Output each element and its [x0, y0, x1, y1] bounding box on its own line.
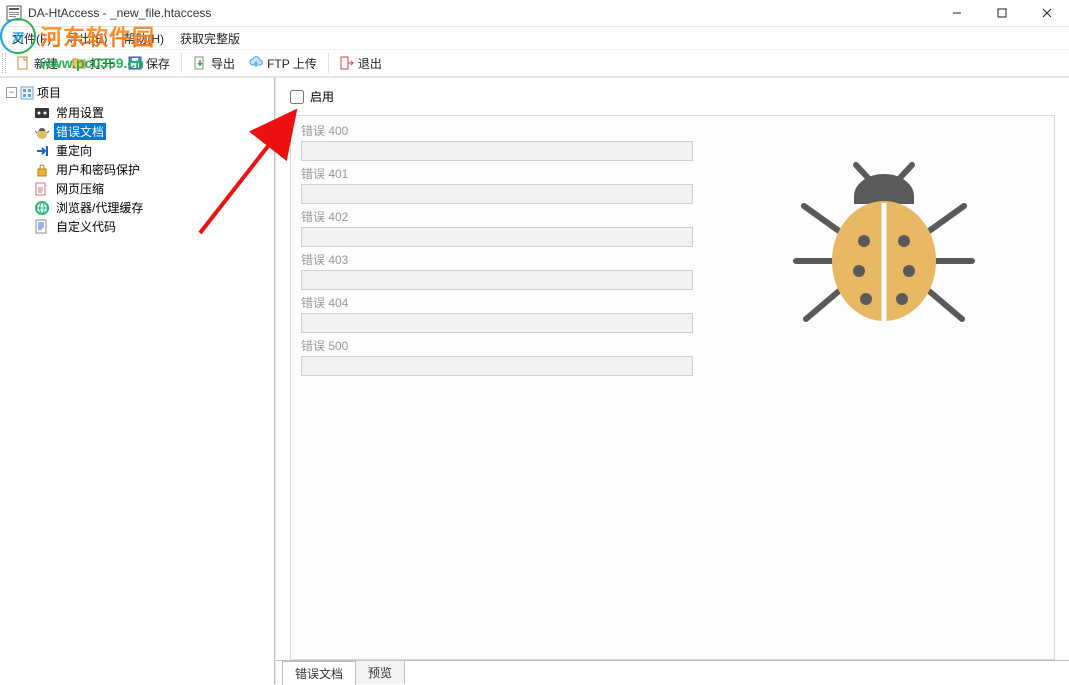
bug-illustration — [784, 161, 984, 334]
title-bar: DA-HtAccess - _new_file.htaccess — [0, 0, 1069, 27]
tab-error-doc[interactable]: 错误文档 — [282, 661, 356, 685]
toolbar-export-button[interactable]: 导出 — [187, 53, 241, 74]
window-title: DA-HtAccess - _new_file.htaccess — [28, 6, 934, 20]
app-icon — [6, 5, 22, 21]
tree-root-node[interactable]: − 项目 — [4, 82, 274, 103]
error-field-input[interactable] — [301, 356, 693, 376]
toolbar-ftp-button[interactable]: FTP 上传 — [243, 53, 323, 74]
new-file-icon — [16, 56, 30, 70]
tree-item-label: 自定义代码 — [54, 218, 118, 235]
tree-item-icon — [34, 143, 50, 159]
error-field-input[interactable] — [301, 313, 693, 333]
save-icon — [128, 56, 142, 70]
menu-get-full[interactable]: 获取完整版 — [172, 28, 248, 49]
enable-label: 启用 — [310, 88, 334, 105]
toolbar-save-button[interactable]: 保存 — [122, 53, 176, 74]
toolbar-exit-button[interactable]: 退出 — [334, 53, 388, 74]
tree-item-label: 网页压缩 — [54, 180, 106, 197]
tree-item[interactable]: 网页压缩 — [32, 179, 274, 198]
toolbar-new-label: 新建 — [34, 55, 58, 72]
window-close-button[interactable] — [1024, 0, 1069, 26]
open-folder-icon — [72, 56, 86, 70]
tree-item-icon — [34, 124, 50, 140]
toolbar-new-button[interactable]: 新建 — [10, 53, 64, 74]
toolbar-grip — [2, 53, 6, 73]
menu-export[interactable]: 导出(E) — [59, 28, 115, 49]
tree-item-label: 浏览器/代理缓存 — [54, 199, 145, 216]
toolbar-export-label: 导出 — [211, 55, 235, 72]
tree-collapse-icon[interactable]: − — [6, 87, 17, 98]
exit-icon — [340, 56, 354, 70]
tree-item-label: 重定向 — [54, 142, 94, 159]
error-doc-form: 错误 400错误 401错误 402错误 403错误 404错误 500 — [290, 115, 1055, 660]
tab-preview[interactable]: 预览 — [355, 660, 405, 684]
tree-pane: − 项目 常用设置错误文档重定向用户和密码保护网页压缩浏览器/代理缓存自定义代码 — [0, 78, 275, 684]
error-field-input[interactable] — [301, 184, 693, 204]
window-minimize-button[interactable] — [934, 0, 979, 26]
tree-item-label: 用户和密码保护 — [54, 161, 142, 178]
toolbar-separator — [181, 53, 182, 73]
toolbar-open-button[interactable]: 打开 — [66, 53, 120, 74]
error-field-input[interactable] — [301, 227, 693, 247]
tree-item-label: 常用设置 — [54, 104, 106, 121]
tree-item[interactable]: 自定义代码 — [32, 217, 274, 236]
toolbar-open-label: 打开 — [90, 55, 114, 72]
menu-file[interactable]: 文件(F) — [4, 28, 59, 49]
tree-item-icon — [34, 105, 50, 121]
tree-item[interactable]: 重定向 — [32, 141, 274, 160]
toolbar-separator — [328, 53, 329, 73]
error-field-input[interactable] — [301, 270, 693, 290]
tree-item[interactable]: 常用设置 — [32, 103, 274, 122]
export-icon — [193, 56, 207, 70]
tree-item-icon — [34, 219, 50, 235]
tree-item-icon — [34, 162, 50, 178]
tree-item-icon — [34, 181, 50, 197]
error-field-input[interactable] — [301, 141, 693, 161]
error-field-label: 错误 400 — [301, 122, 1044, 139]
tree-item[interactable]: 错误文档 — [32, 122, 274, 141]
menu-help[interactable]: 帮助(H) — [115, 28, 172, 49]
bottom-tab-strip: 错误文档 预览 — [276, 660, 1069, 684]
enable-checkbox[interactable] — [290, 90, 304, 104]
content-pane: 启用 错误 400错误 401错误 402错误 403错误 404错误 500 — [275, 78, 1069, 684]
toolbar: 新建 打开 保存 导出 FTP 上传 退出 — [0, 49, 1069, 77]
window-maximize-button[interactable] — [979, 0, 1024, 26]
tree-item-icon — [34, 200, 50, 216]
menu-bar: 文件(F) 导出(E) 帮助(H) 获取完整版 — [0, 27, 1069, 49]
error-field-label: 错误 500 — [301, 337, 1044, 354]
toolbar-save-label: 保存 — [146, 55, 170, 72]
project-icon — [20, 86, 34, 100]
tree-item[interactable]: 用户和密码保护 — [32, 160, 274, 179]
toolbar-exit-label: 退出 — [358, 55, 382, 72]
upload-cloud-icon — [249, 56, 263, 70]
toolbar-ftp-label: FTP 上传 — [267, 55, 317, 72]
tree-item[interactable]: 浏览器/代理缓存 — [32, 198, 274, 217]
tree-root-label: 项目 — [37, 84, 61, 101]
tree-item-label: 错误文档 — [54, 123, 106, 140]
